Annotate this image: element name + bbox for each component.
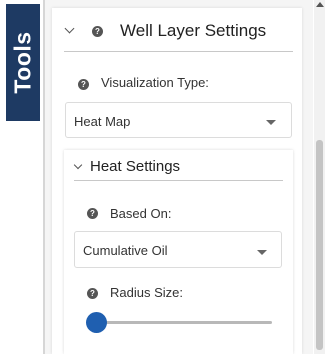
panel-title: Well Layer Settings (120, 21, 267, 40)
based-on-value: Cumulative Oil (83, 243, 168, 258)
help-icon[interactable]: ? (87, 208, 98, 219)
based-on-label: Based On: (110, 206, 172, 221)
visualization-type-select[interactable]: Heat Map (65, 102, 292, 138)
heat-settings-title: Heat Settings (90, 158, 181, 175)
based-on-select[interactable]: Cumulative Oil (74, 231, 282, 268)
help-icon[interactable]: ? (92, 26, 103, 37)
help-icon[interactable]: ? (78, 79, 89, 90)
tools-tab-label: Tools (9, 31, 36, 94)
scroll-up-icon[interactable] (316, 2, 324, 7)
visualization-type-value: Heat Map (74, 114, 131, 129)
dropdown-caret-icon (266, 120, 276, 125)
radius-slider-track[interactable] (96, 321, 272, 324)
title-divider (64, 51, 293, 52)
scroll-thumb[interactable] (316, 140, 323, 350)
scrollbar[interactable] (314, 0, 325, 354)
radius-size-label: Radius Size: (110, 285, 183, 300)
heat-settings-divider (74, 180, 283, 181)
tools-tab[interactable]: Tools (6, 4, 40, 121)
radius-slider-thumb[interactable] (86, 312, 107, 333)
visualization-type-label: Visualization Type: (101, 75, 209, 90)
dropdown-caret-icon (257, 250, 267, 255)
help-icon[interactable]: ? (87, 288, 98, 299)
